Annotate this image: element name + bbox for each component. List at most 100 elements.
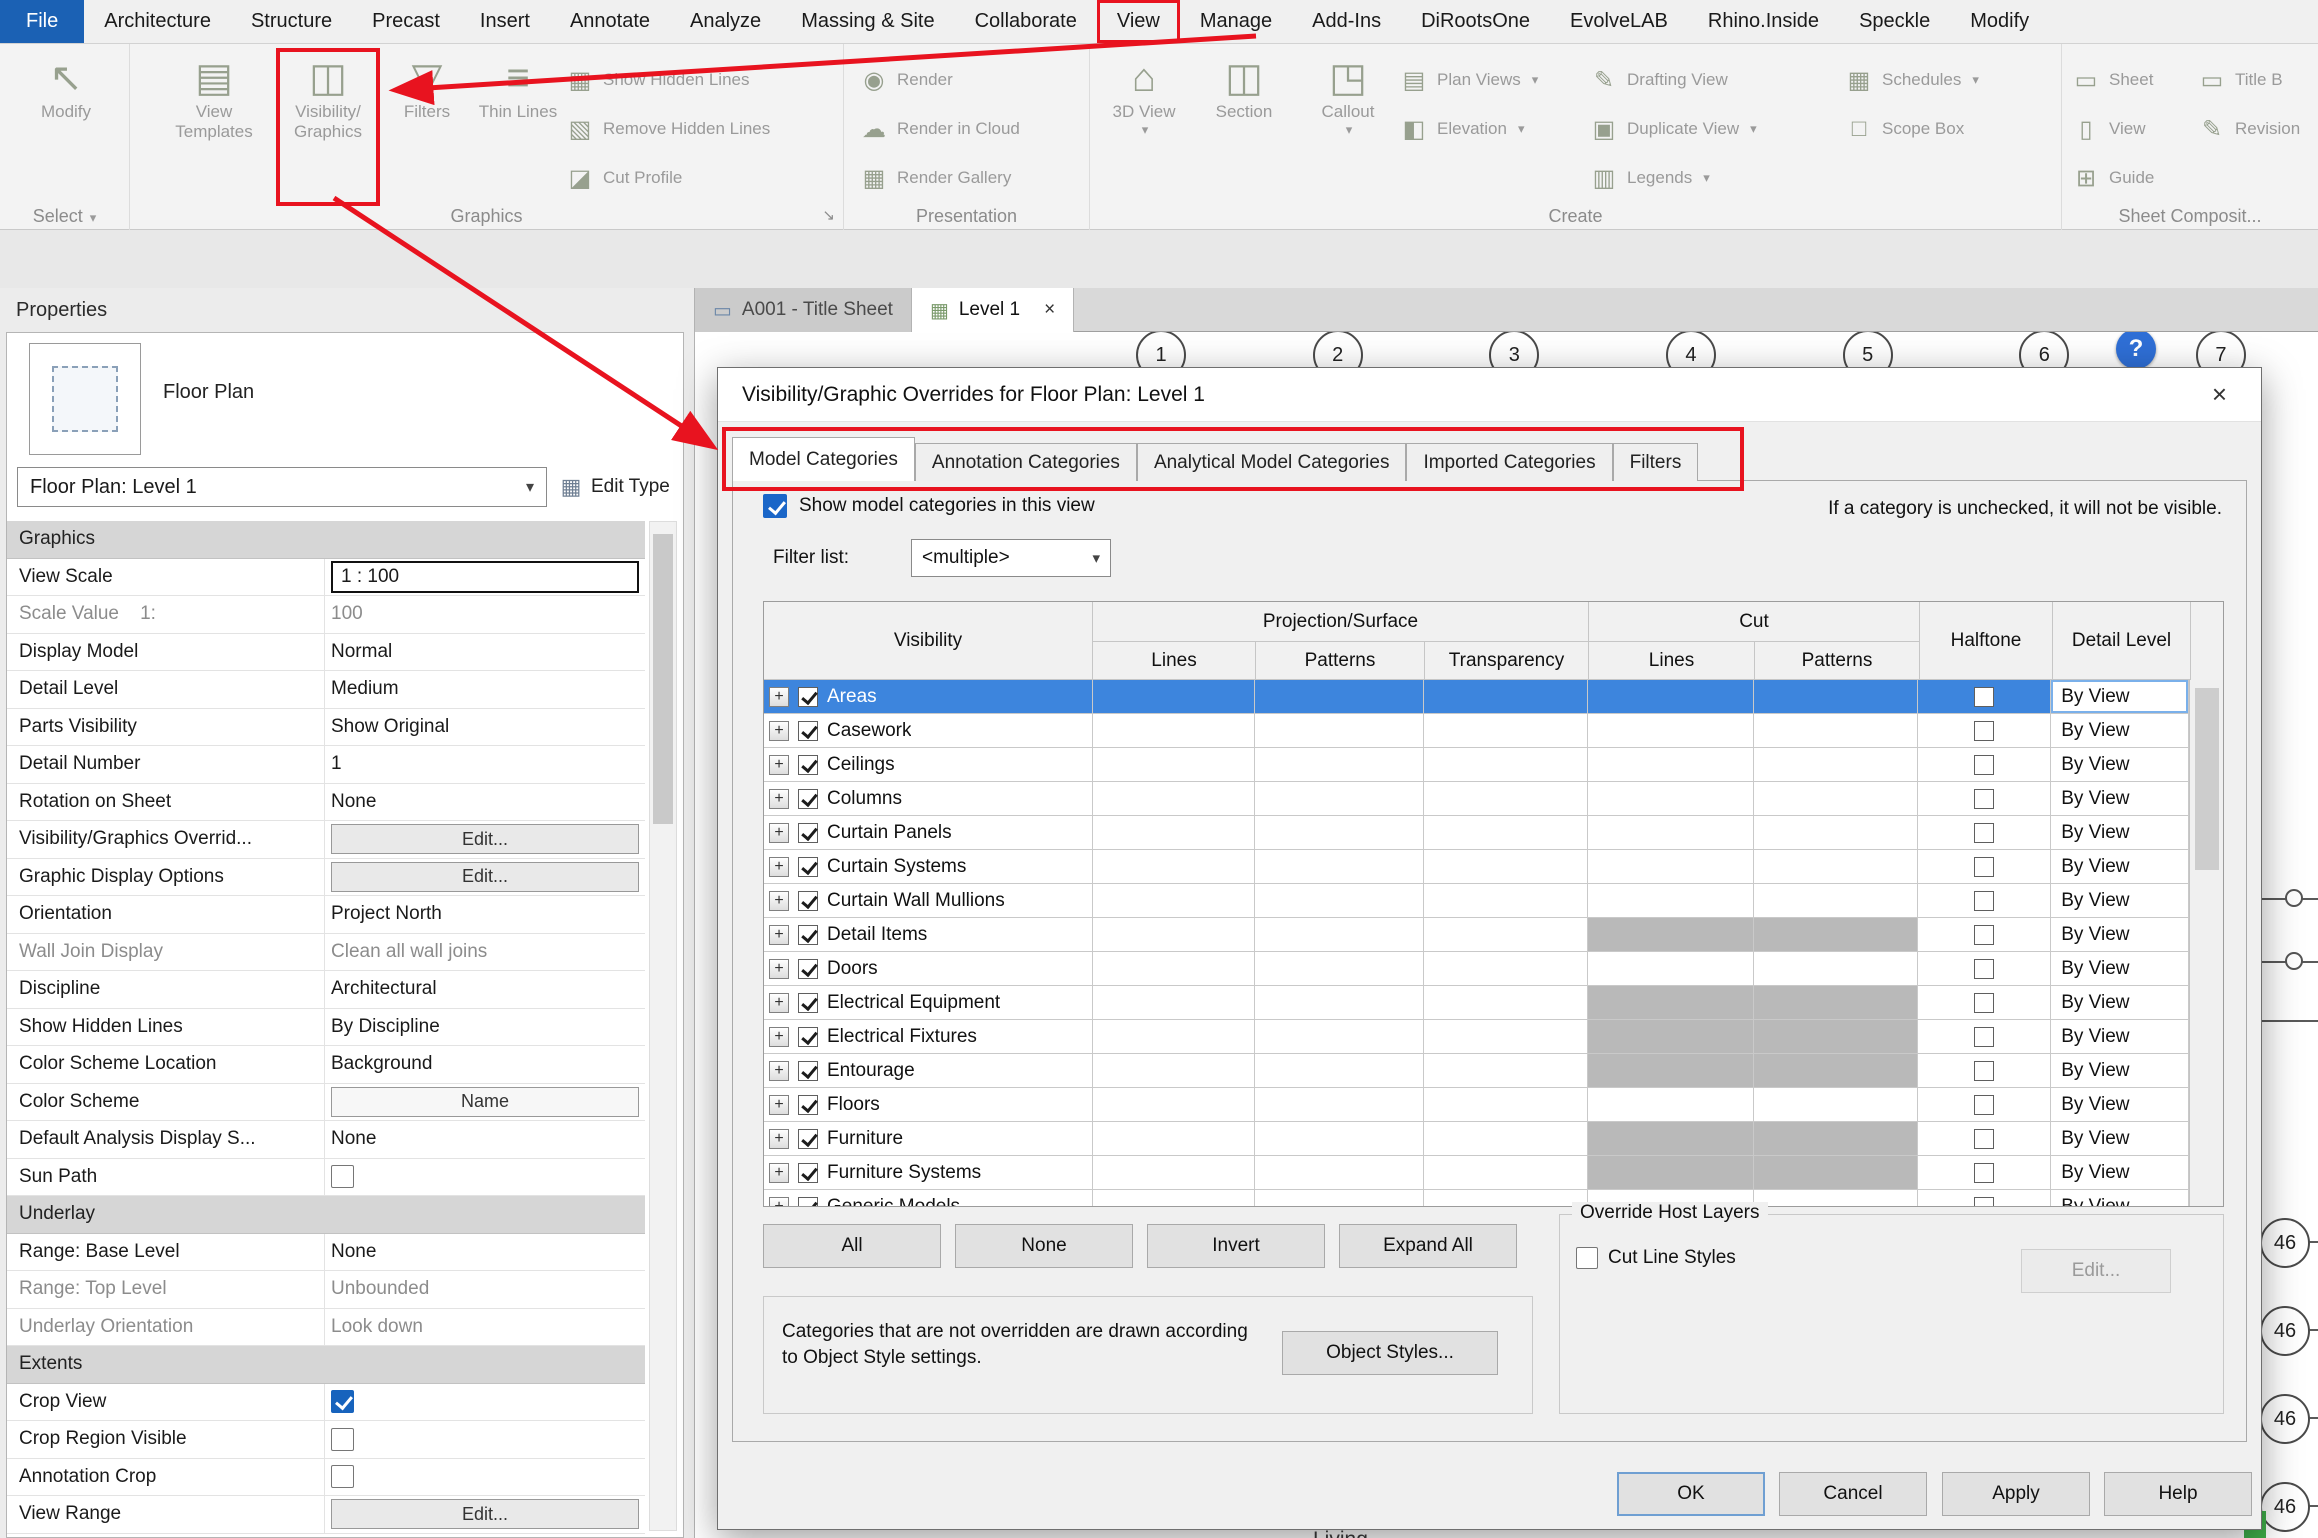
transparency-cell[interactable] bbox=[1424, 680, 1588, 713]
view-tab-title-sheet[interactable]: ▭ A001 - Title Sheet bbox=[695, 288, 912, 332]
halftone-checkbox[interactable] bbox=[1974, 1095, 1994, 1115]
projection-lines-cell[interactable] bbox=[1093, 816, 1256, 849]
expand-icon[interactable]: + bbox=[769, 925, 789, 945]
dialog-tab[interactable]: Annotation Categories bbox=[915, 443, 1137, 481]
cut-lines-cell[interactable] bbox=[1588, 816, 1754, 849]
visibility-cell[interactable]: + Casework bbox=[764, 714, 1093, 747]
halftone-checkbox[interactable] bbox=[1974, 721, 1994, 741]
ribbon-tab[interactable]: DiRootsOne bbox=[1401, 0, 1550, 43]
dialog-tab[interactable]: Analytical Model Categories bbox=[1137, 443, 1407, 481]
apply-button[interactable]: Apply bbox=[1942, 1472, 2090, 1516]
cut-lines-cell[interactable] bbox=[1588, 1088, 1754, 1121]
cut-patterns-cell[interactable] bbox=[1754, 1088, 1919, 1121]
ribbon-tab[interactable]: Insert bbox=[460, 0, 550, 43]
category-row[interactable]: + Columns By View bbox=[764, 782, 2189, 816]
help-button[interactable]: Help bbox=[2104, 1472, 2252, 1516]
edit-button[interactable]: Edit... bbox=[331, 862, 639, 892]
detail-level-cell[interactable]: By View bbox=[2051, 952, 2189, 985]
property-value[interactable]: Unbounded Unbounded bbox=[325, 1271, 645, 1308]
visibility-cell[interactable]: + Detail Items bbox=[764, 918, 1093, 951]
category-checkbox[interactable] bbox=[798, 1061, 818, 1081]
scrollbar-thumb[interactable] bbox=[2195, 688, 2219, 870]
cut-patterns-cell[interactable] bbox=[1754, 1122, 1919, 1155]
halftone-checkbox[interactable] bbox=[1974, 789, 1994, 809]
ribbon-button[interactable]: ◧ Elevation ▾ bbox=[1400, 109, 1538, 149]
projection-lines-cell[interactable] bbox=[1093, 714, 1256, 747]
expand-icon[interactable]: + bbox=[769, 1197, 789, 1207]
transparency-cell[interactable] bbox=[1424, 1088, 1588, 1121]
visibility-cell[interactable]: + Curtain Panels bbox=[764, 816, 1093, 849]
invert-button[interactable]: Invert bbox=[1147, 1224, 1325, 1268]
ribbon-tab[interactable]: Annotate bbox=[550, 0, 670, 43]
table-scrollbar[interactable] bbox=[2189, 680, 2223, 1206]
ribbon-button[interactable]: ✎ Drafting View bbox=[1590, 60, 1757, 100]
cut-lines-cell[interactable] bbox=[1588, 1020, 1754, 1053]
halftone-cell[interactable] bbox=[1918, 1088, 2051, 1121]
projection-lines-cell[interactable] bbox=[1093, 1190, 1256, 1206]
property-checkbox[interactable] bbox=[331, 1465, 354, 1488]
detail-level-cell[interactable]: By View bbox=[2051, 782, 2189, 815]
select-section-label[interactable]: Select ▾ bbox=[0, 206, 129, 227]
expand-icon[interactable]: + bbox=[769, 1095, 789, 1115]
cancel-button[interactable]: Cancel bbox=[1779, 1472, 1927, 1516]
dialog-tab[interactable]: Filters bbox=[1613, 443, 1699, 481]
property-value[interactable]: Look down Look down bbox=[325, 1309, 645, 1346]
projection-patterns-cell[interactable] bbox=[1255, 1088, 1424, 1121]
projection-patterns-cell[interactable] bbox=[1255, 782, 1424, 815]
cut-lines-cell[interactable] bbox=[1588, 952, 1754, 985]
cut-patterns-cell[interactable] bbox=[1754, 918, 1919, 951]
projection-patterns-cell[interactable] bbox=[1255, 748, 1424, 781]
ribbon-tab[interactable]: EvolveLAB bbox=[1550, 0, 1688, 43]
host-layers-edit-button[interactable]: Edit... bbox=[2021, 1249, 2171, 1293]
ribbon-button[interactable]: ▧ Remove Hidden Lines bbox=[566, 109, 770, 149]
detail-level-cell[interactable]: By View bbox=[2051, 1088, 2189, 1121]
ribbon-button[interactable]: ≡ Thin Lines bbox=[478, 52, 558, 202]
transparency-cell[interactable] bbox=[1424, 714, 1588, 747]
projection-patterns-cell[interactable] bbox=[1255, 1190, 1424, 1206]
ribbon-tab[interactable]: Modify bbox=[1950, 0, 2049, 43]
category-checkbox[interactable] bbox=[798, 721, 818, 741]
halftone-cell[interactable] bbox=[1918, 1156, 2051, 1189]
category-row[interactable]: + Curtain Systems By View bbox=[764, 850, 2189, 884]
category-row[interactable]: + Areas By View bbox=[764, 680, 2189, 714]
halftone-cell[interactable] bbox=[1918, 1122, 2051, 1155]
projection-patterns-cell[interactable] bbox=[1255, 952, 1424, 985]
projection-patterns-cell[interactable] bbox=[1255, 816, 1424, 849]
property-checkbox[interactable] bbox=[331, 1165, 354, 1188]
scrollbar-thumb[interactable] bbox=[653, 534, 673, 824]
cut-patterns-cell[interactable] bbox=[1754, 850, 1919, 883]
ribbon-button[interactable]: ◪ Cut Profile bbox=[566, 158, 770, 198]
detail-level-cell[interactable]: By View bbox=[2051, 680, 2189, 713]
halftone-cell[interactable] bbox=[1918, 884, 2051, 917]
cut-lines-cell[interactable] bbox=[1588, 1156, 1754, 1189]
projection-patterns-cell[interactable] bbox=[1255, 884, 1424, 917]
cut-patterns-cell[interactable] bbox=[1754, 748, 1919, 781]
visibility-cell[interactable]: + Furniture bbox=[764, 1122, 1093, 1155]
visibility-cell[interactable]: + Curtain Systems bbox=[764, 850, 1093, 883]
projection-lines-cell[interactable] bbox=[1093, 884, 1256, 917]
category-checkbox[interactable] bbox=[798, 1163, 818, 1183]
property-value[interactable] bbox=[325, 1159, 645, 1196]
ribbon-button[interactable]: ▦ Show Hidden Lines bbox=[566, 60, 770, 100]
category-checkbox[interactable] bbox=[798, 1095, 818, 1115]
category-checkbox[interactable] bbox=[798, 789, 818, 809]
cut-lines-cell[interactable] bbox=[1588, 680, 1754, 713]
category-row[interactable]: + Floors By View bbox=[764, 1088, 2189, 1122]
cut-patterns-cell[interactable] bbox=[1754, 714, 1919, 747]
edit-type-button[interactable]: ▦ Edit Type bbox=[559, 467, 670, 507]
cut-lines-cell[interactable] bbox=[1588, 884, 1754, 917]
dialog-launcher-icon[interactable]: ↘ bbox=[822, 206, 835, 224]
halftone-cell[interactable] bbox=[1918, 850, 2051, 883]
expand-icon[interactable]: + bbox=[769, 993, 789, 1013]
cut-patterns-cell[interactable] bbox=[1754, 816, 1919, 849]
category-row[interactable]: + Curtain Wall Mullions By View bbox=[764, 884, 2189, 918]
cut-patterns-cell[interactable] bbox=[1754, 1156, 1919, 1189]
visibility-cell[interactable]: + Columns bbox=[764, 782, 1093, 815]
ribbon-tab[interactable]: File bbox=[0, 0, 84, 43]
property-value[interactable]: Edit... Edit... bbox=[325, 1496, 645, 1533]
type-selector-combobox[interactable]: Floor Plan: Level 1 ▾ bbox=[17, 467, 547, 507]
cut-patterns-cell[interactable] bbox=[1754, 1020, 1919, 1053]
ribbon-button[interactable]: ☁ Render in Cloud bbox=[860, 109, 1020, 149]
detail-level-cell[interactable]: By View bbox=[2051, 1156, 2189, 1189]
category-row[interactable]: + Ceilings By View bbox=[764, 748, 2189, 782]
